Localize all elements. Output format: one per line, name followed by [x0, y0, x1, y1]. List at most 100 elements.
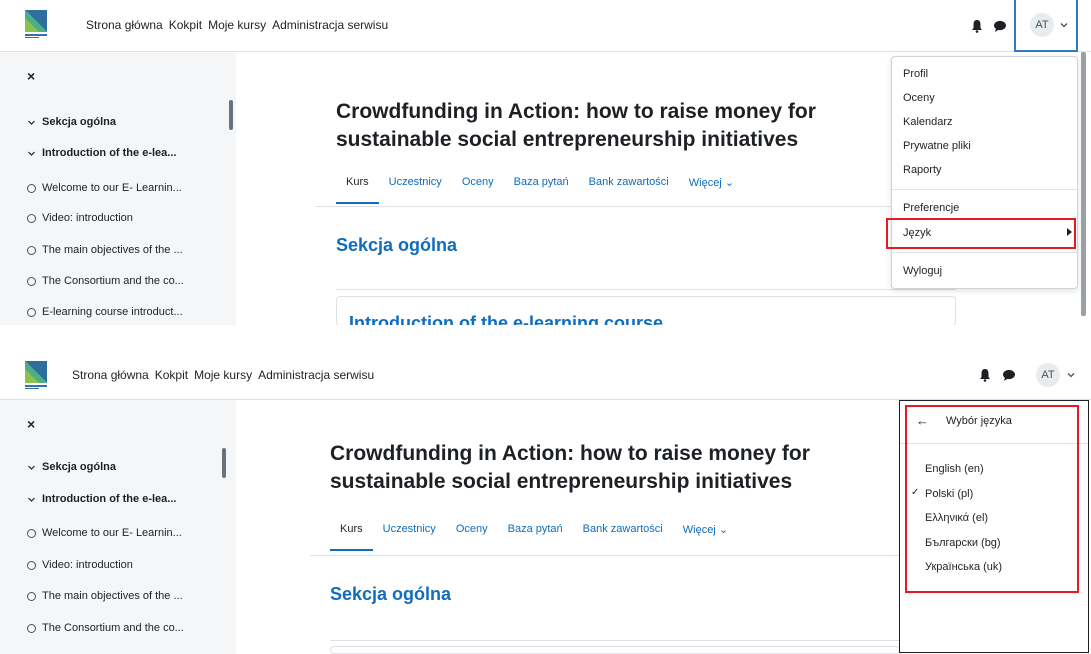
tab-question-bank[interactable]: Baza pytań — [504, 176, 579, 204]
menu-separator — [892, 252, 1077, 253]
course-index-drawer: × Sekcja ogólna Introduction of the e-le… — [0, 52, 236, 325]
menu-separator — [892, 189, 1077, 190]
tab-participants[interactable]: Uczestnicy — [379, 176, 452, 204]
drawer-activity-objectives[interactable]: The main objectives of the ... — [27, 244, 183, 256]
chat-icon[interactable] — [1002, 368, 1016, 382]
card-title[interactable]: Introduction of the e-learning course — [349, 313, 663, 325]
drawer-activity-welcome[interactable]: Welcome to our E- Learnin... — [27, 527, 182, 539]
tab-course[interactable]: Kurs — [336, 176, 379, 204]
drawer-activity-consortium[interactable]: The Consortium and the co... — [27, 275, 184, 287]
tab-content-bank[interactable]: Bank zawartości — [579, 176, 679, 204]
circle-icon — [27, 276, 36, 286]
chevron-down-icon[interactable] — [1066, 370, 1076, 380]
screenshot-bottom: Strona główna Kokpit Moje kursy Administ… — [0, 328, 1091, 654]
navbar: Strona główna Kokpit Moje kursy Administ… — [0, 0, 1091, 52]
tab-grades[interactable]: Oceny — [452, 176, 504, 204]
bell-icon[interactable] — [978, 368, 992, 382]
section-card — [330, 646, 900, 654]
course-tabs: Kurs Uczestnicy Oceny Baza pytań Bank za… — [336, 176, 744, 204]
chevron-down-icon — [28, 497, 35, 502]
drawer-item-label: Introduction of the e-lea... — [42, 147, 177, 159]
drawer-section-general[interactable]: Sekcja ogólna — [27, 116, 116, 128]
nav-site-admin[interactable]: Administracja serwisu — [258, 368, 374, 382]
drawer-activity-welcome[interactable]: Welcome to our E- Learnin... — [27, 182, 182, 194]
primary-navigation: Strona główna Kokpit Moje kursy Administ… — [86, 18, 388, 32]
drawer-section-general[interactable]: Sekcja ogólna — [27, 461, 116, 473]
nav-home[interactable]: Strona główna — [86, 18, 163, 32]
course-index-drawer: × Sekcja ogólna Introduction of the e-le… — [0, 400, 236, 654]
site-logo[interactable] — [25, 10, 47, 40]
drawer-item-label: Introduction of the e-lea... — [42, 493, 177, 505]
bell-icon[interactable] — [970, 19, 984, 33]
chevron-down-icon: ⌄ — [724, 177, 735, 189]
drawer-scrollbar[interactable] — [222, 448, 226, 478]
course-title: Crowdfunding in Action: how to raise mon… — [336, 100, 816, 151]
site-logo[interactable] — [25, 361, 47, 391]
menu-item-reports[interactable]: Raporty — [903, 164, 942, 176]
user-avatar[interactable]: AT — [1036, 363, 1060, 387]
drawer-section-introduction[interactable]: Introduction of the e-lea... — [27, 147, 176, 159]
nav-my-courses[interactable]: Moje kursy — [194, 368, 252, 382]
drawer-item-label: Welcome to our E- Learnin... — [42, 527, 182, 539]
drawer-item-label: Video: introduction — [42, 559, 133, 571]
tab-grades[interactable]: Oceny — [446, 523, 498, 551]
screenshot-top: Strona główna Kokpit Moje kursy Administ… — [0, 0, 1091, 325]
nav-dashboard[interactable]: Kokpit — [155, 368, 188, 382]
section-title: Sekcja ogólna — [336, 235, 458, 255]
section-divider — [336, 289, 956, 290]
user-menu-focus-outline — [1014, 0, 1078, 52]
menu-item-preferences[interactable]: Preferencje — [903, 202, 959, 214]
page-scrollbar[interactable] — [1081, 52, 1086, 316]
tab-question-bank[interactable]: Baza pytań — [498, 523, 573, 551]
chat-icon[interactable] — [993, 19, 1007, 33]
tab-more-label: Więcej — [682, 524, 716, 536]
menu-item-grades[interactable]: Oceny — [903, 92, 935, 104]
tabs-divider — [316, 206, 956, 207]
tab-participants[interactable]: Uczestnicy — [373, 523, 446, 551]
drawer-activity-video[interactable]: Video: introduction — [27, 212, 133, 224]
menu-item-calendar[interactable]: Kalendarz — [903, 116, 953, 128]
highlight-language-item — [886, 218, 1076, 249]
drawer-section-introduction[interactable]: Introduction of the e-lea... — [27, 493, 176, 505]
drawer-activity-video[interactable]: Video: introduction — [27, 559, 133, 571]
drawer-item-label: Video: introduction — [42, 212, 133, 224]
drawer-item-label: Welcome to our E- Learnin... — [42, 182, 182, 194]
drawer-activity-consortium[interactable]: The Consortium and the co... — [27, 622, 184, 634]
highlight-language-list — [905, 405, 1079, 593]
nav-home[interactable]: Strona główna — [72, 368, 149, 382]
menu-item-profile[interactable]: Profil — [903, 68, 928, 80]
nav-site-admin[interactable]: Administracja serwisu — [272, 18, 388, 32]
drawer-item-label: Sekcja ogólna — [42, 461, 116, 473]
nav-my-courses[interactable]: Moje kursy — [208, 18, 266, 32]
drawer-scrollbar[interactable] — [229, 100, 233, 130]
drawer-activity-course-intro[interactable]: E-learning course introduct... — [27, 306, 183, 318]
section-divider — [330, 640, 900, 641]
drawer-item-label: E-learning course introduct... — [42, 306, 183, 318]
navbar: Strona główna Kokpit Moje kursy Administ… — [0, 328, 1091, 400]
tab-more[interactable]: Więcej ⌄ — [679, 176, 744, 204]
circle-icon — [27, 560, 36, 570]
close-drawer-button[interactable]: × — [27, 68, 35, 84]
tab-more-label: Więcej — [688, 177, 722, 189]
circle-icon — [27, 183, 36, 193]
section-card: Introduction of the e-learning course — [336, 296, 956, 325]
drawer-activity-objectives[interactable]: The main objectives of the ... — [27, 590, 183, 602]
circle-icon — [27, 307, 36, 317]
tab-content-bank[interactable]: Bank zawartości — [573, 523, 673, 551]
close-drawer-button[interactable]: × — [27, 416, 35, 432]
circle-icon — [27, 245, 36, 255]
drawer-item-label: The main objectives of the ... — [42, 590, 183, 602]
primary-navigation: Strona główna Kokpit Moje kursy Administ… — [72, 368, 374, 382]
tab-more[interactable]: Więcej ⌄ — [673, 523, 738, 551]
menu-item-private-files[interactable]: Prywatne pliki — [903, 140, 971, 152]
menu-item-logout[interactable]: Wyloguj — [903, 265, 942, 277]
circle-icon — [27, 528, 36, 538]
circle-icon — [27, 213, 36, 223]
user-dropdown-menu: Profil Oceny Kalendarz Prywatne pliki Ra… — [891, 56, 1078, 289]
nav-dashboard[interactable]: Kokpit — [169, 18, 202, 32]
course-title: Crowdfunding in Action: how to raise mon… — [330, 442, 810, 493]
chevron-down-icon — [28, 465, 35, 470]
tabs-divider — [310, 555, 900, 556]
circle-icon — [27, 623, 36, 633]
tab-course[interactable]: Kurs — [330, 523, 373, 551]
